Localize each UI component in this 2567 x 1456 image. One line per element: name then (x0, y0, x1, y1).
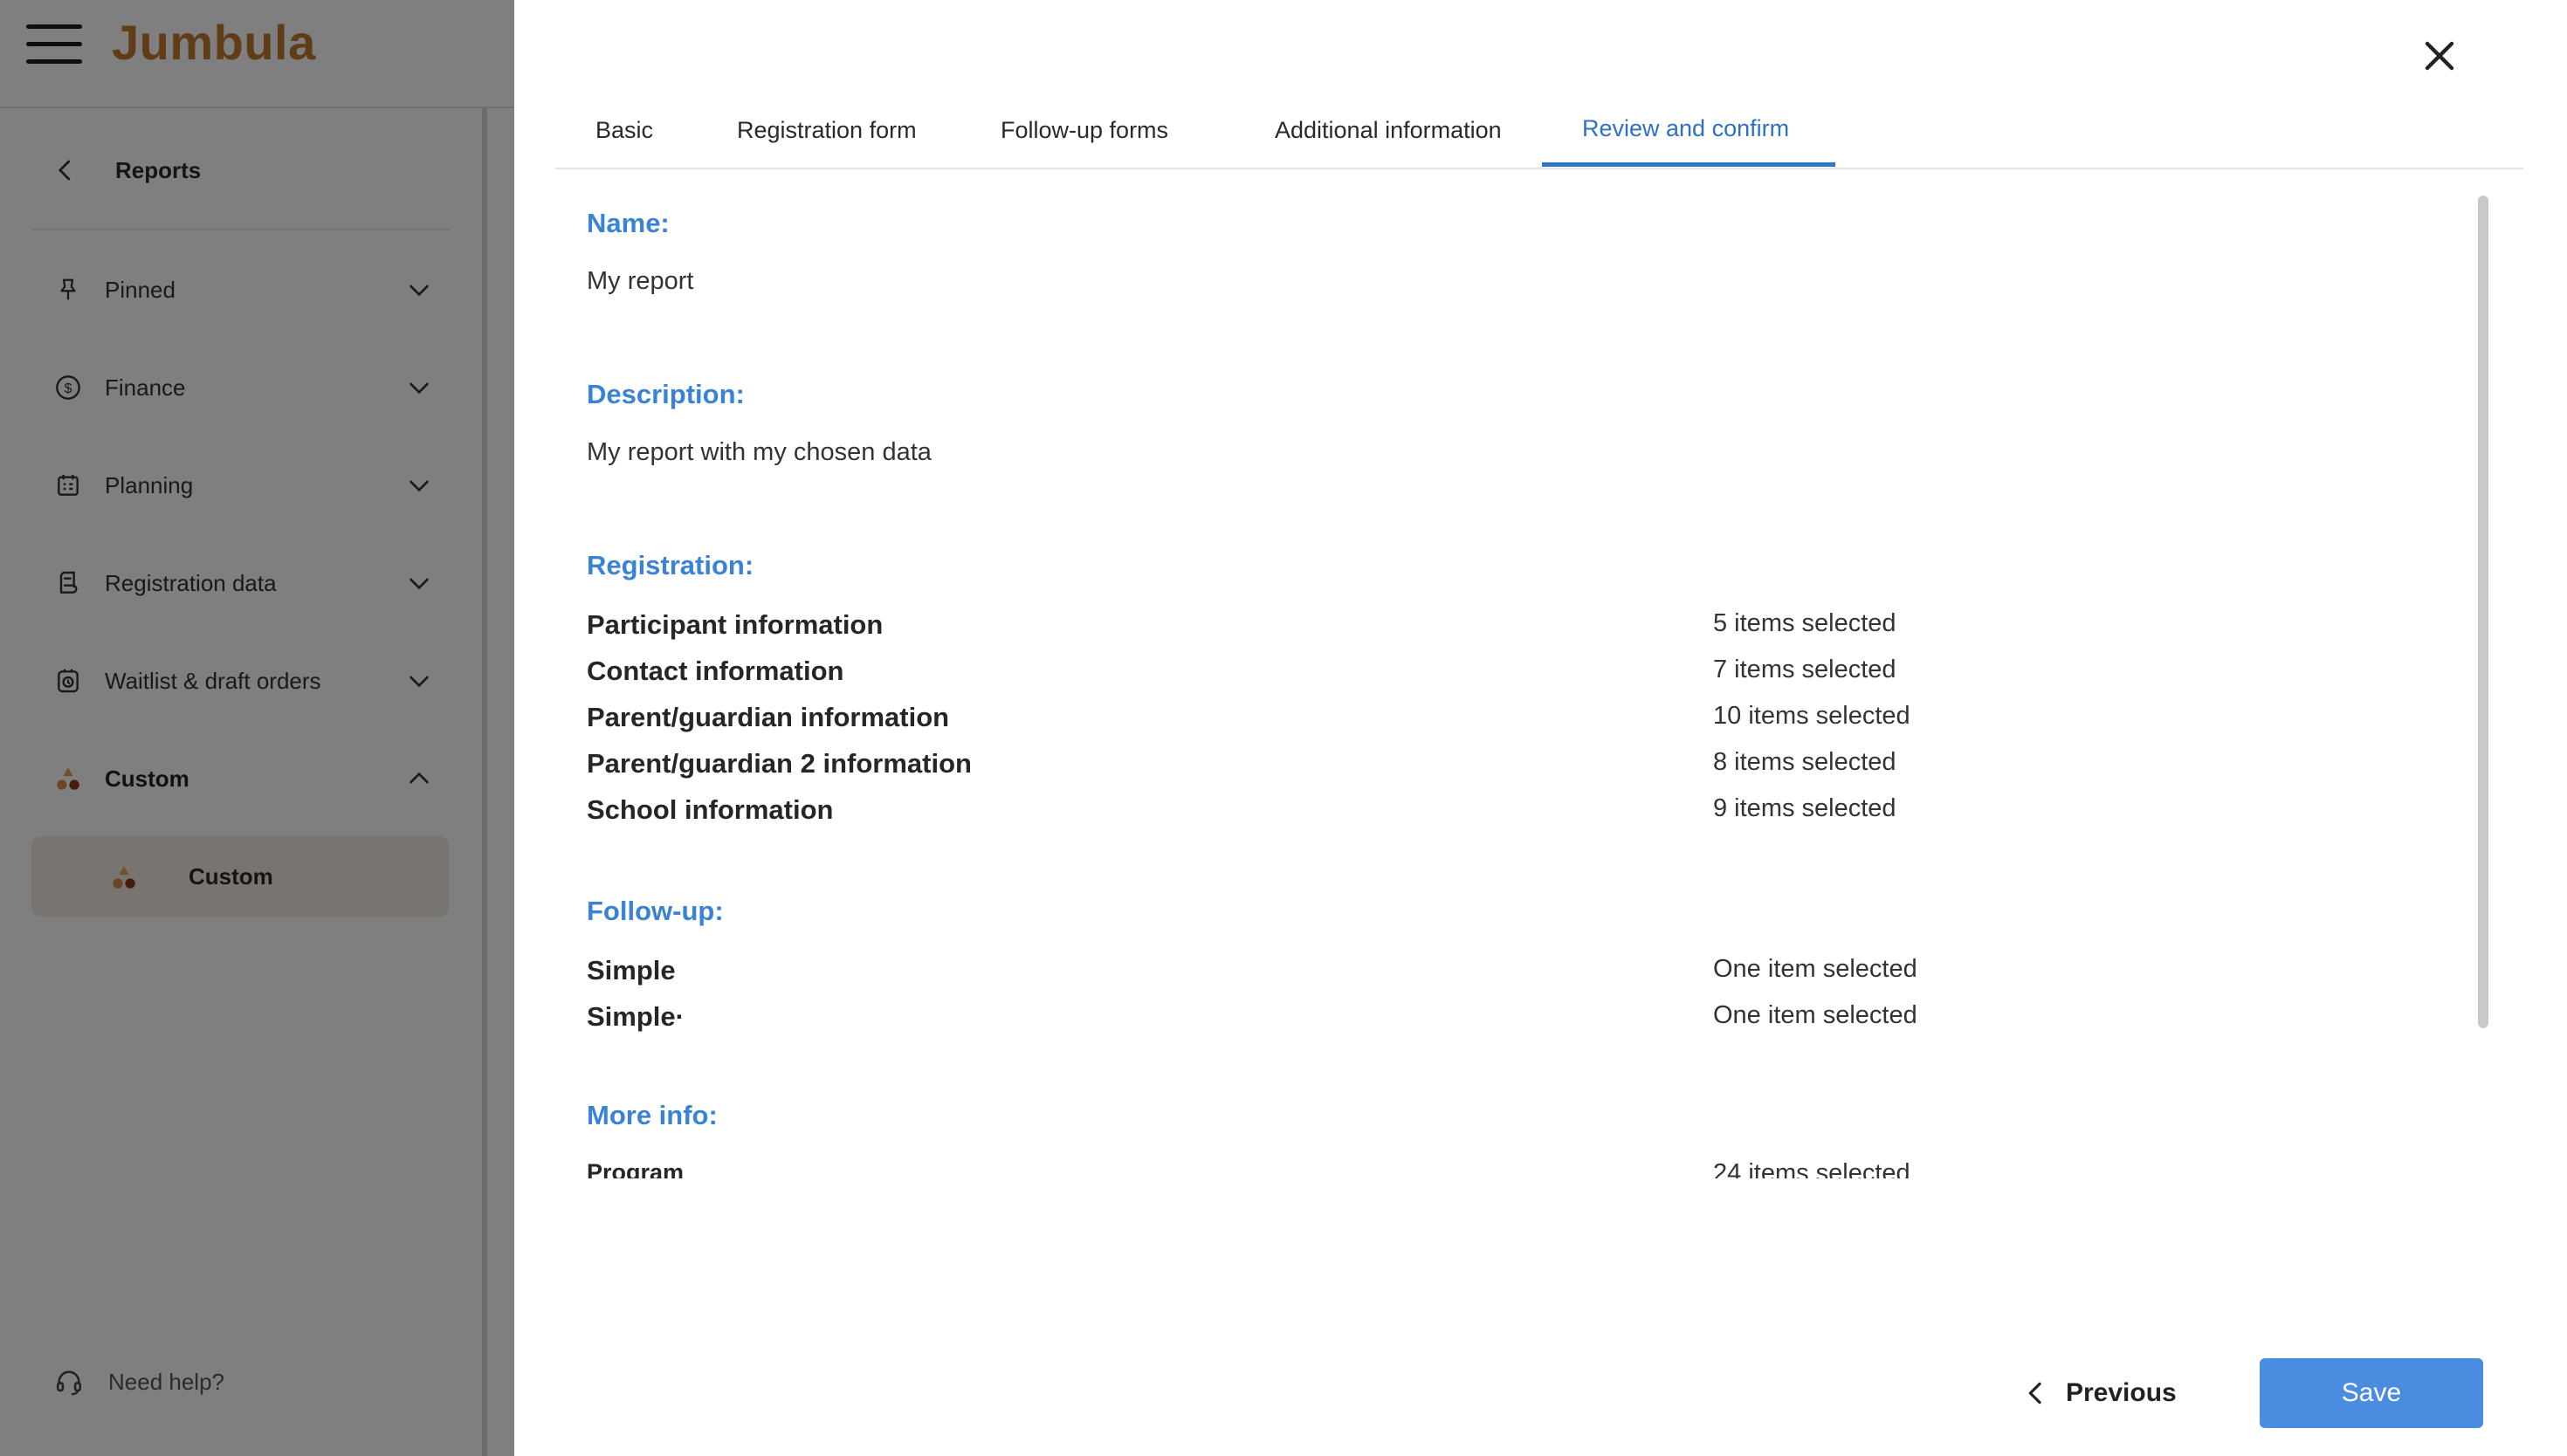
sidebar-item-label: Planning (105, 471, 194, 498)
chevron-down-icon (409, 285, 429, 297)
chevron-down-icon (409, 382, 429, 395)
more-info-title: More info: (587, 1100, 718, 1130)
shapes-icon (113, 866, 135, 889)
app-logo: Jumbula (112, 15, 316, 70)
sidebar: Jumbula Reports Pinned $ Finance Plannin… (0, 0, 514, 1456)
need-help-link[interactable]: Need help? (54, 1367, 224, 1397)
shapes-icon (52, 763, 84, 794)
registration-row-value: 7 items selected (1713, 656, 1896, 683)
sidebar-item-custom[interactable]: Custom (52, 754, 433, 803)
tab-additional-information[interactable]: Additional information (1275, 117, 1502, 144)
need-help-label: Need help? (108, 1368, 224, 1395)
sidebar-subitem-custom[interactable]: Custom (31, 836, 449, 917)
tab-basic[interactable]: Basic (595, 117, 653, 144)
active-tab-indicator (1542, 162, 1835, 167)
sidebar-item-waitlist[interactable]: Waitlist & draft orders (52, 656, 433, 705)
registration-row-label: School information (587, 794, 834, 825)
close-icon[interactable] (2419, 35, 2460, 77)
registration-row-value: 5 items selected (1713, 609, 1896, 637)
previous-button[interactable]: Previous (2022, 1367, 2177, 1419)
sidebar-item-registration-data[interactable]: Registration data (52, 559, 433, 608)
previous-label: Previous (2066, 1378, 2177, 1407)
sidebar-item-label: Finance (105, 374, 186, 401)
wizard-tabs: Basic Registration form Follow-up forms … (555, 105, 2523, 169)
dollar-circle-icon: $ (52, 372, 84, 403)
sidebar-item-label: Custom (105, 765, 189, 792)
sidebar-subitem-label: Custom (189, 862, 273, 889)
follow-up-title: Follow-up: (587, 896, 724, 926)
registration-row-label: Parent/guardian 2 information (587, 748, 972, 779)
description-value: My report with my chosen data (587, 438, 932, 466)
registration-row-value: 8 items selected (1713, 748, 1896, 776)
chevron-up-icon (409, 772, 429, 784)
registration-row-label: Participant information (587, 609, 884, 640)
sidebar-item-label: Registration data (105, 569, 277, 596)
follow-up-row-value: One item selected (1713, 1001, 1917, 1029)
waitlist-icon (52, 665, 84, 697)
hamburger-menu-icon[interactable] (26, 23, 86, 66)
sidebar-item-label: Waitlist & draft orders (105, 667, 321, 694)
tab-review-and-confirm[interactable]: Review and confirm (1582, 115, 1789, 142)
registration-row-label: Contact information (587, 656, 844, 686)
more-info-row-value: 24 items selected (1713, 1159, 1910, 1178)
follow-up-row-value: One item selected (1713, 955, 1917, 983)
chevron-left-icon (2028, 1382, 2041, 1404)
description-title: Description: (587, 379, 745, 409)
svg-text:$: $ (65, 381, 72, 396)
review-content: Name: My report Description: My report w… (555, 171, 2459, 1178)
headset-icon (56, 1370, 82, 1396)
registration-row-value: 10 items selected (1713, 702, 1910, 730)
registration-row-label: Parent/guardian information (587, 702, 950, 732)
modal-backdrop[interactable] (0, 0, 514, 1456)
chevron-down-icon (409, 676, 429, 688)
sidebar-scrollbar[interactable] (482, 108, 487, 1456)
follow-up-row-label: Simple· (587, 1001, 685, 1032)
tab-registration-form[interactable]: Registration form (737, 117, 917, 144)
app-root: Jumbula Reports Pinned $ Finance Plannin… (0, 0, 2567, 1456)
registration-icon (52, 567, 84, 599)
registration-title: Registration: (587, 550, 754, 580)
chevron-down-icon (409, 578, 429, 590)
chevron-left-icon (58, 160, 71, 181)
tab-follow-up-forms[interactable]: Follow-up forms (1001, 117, 1168, 144)
name-value: My report (587, 267, 694, 295)
calendar-icon (52, 470, 84, 501)
sidebar-item-planning[interactable]: Planning (52, 461, 433, 510)
pin-icon (52, 274, 84, 306)
sidebar-item-pinned[interactable]: Pinned (52, 265, 433, 314)
registration-row-value: 9 items selected (1713, 794, 1896, 822)
content-scrollbar-thumb[interactable] (2478, 196, 2488, 1028)
follow-up-row-label: Simple (587, 955, 676, 986)
sidebar-item-finance[interactable]: $ Finance (52, 363, 433, 412)
chevron-down-icon (409, 480, 429, 492)
name-title: Name: (587, 208, 670, 238)
sidebar-item-label: Pinned (105, 276, 175, 303)
back-label: Reports (115, 156, 202, 183)
save-button[interactable]: Save (2260, 1358, 2483, 1428)
sidebar-header: Jumbula (0, 0, 514, 108)
sidebar-divider (31, 229, 451, 230)
more-info-row-label: Program (587, 1159, 685, 1178)
back-to-reports[interactable]: Reports (52, 148, 454, 192)
